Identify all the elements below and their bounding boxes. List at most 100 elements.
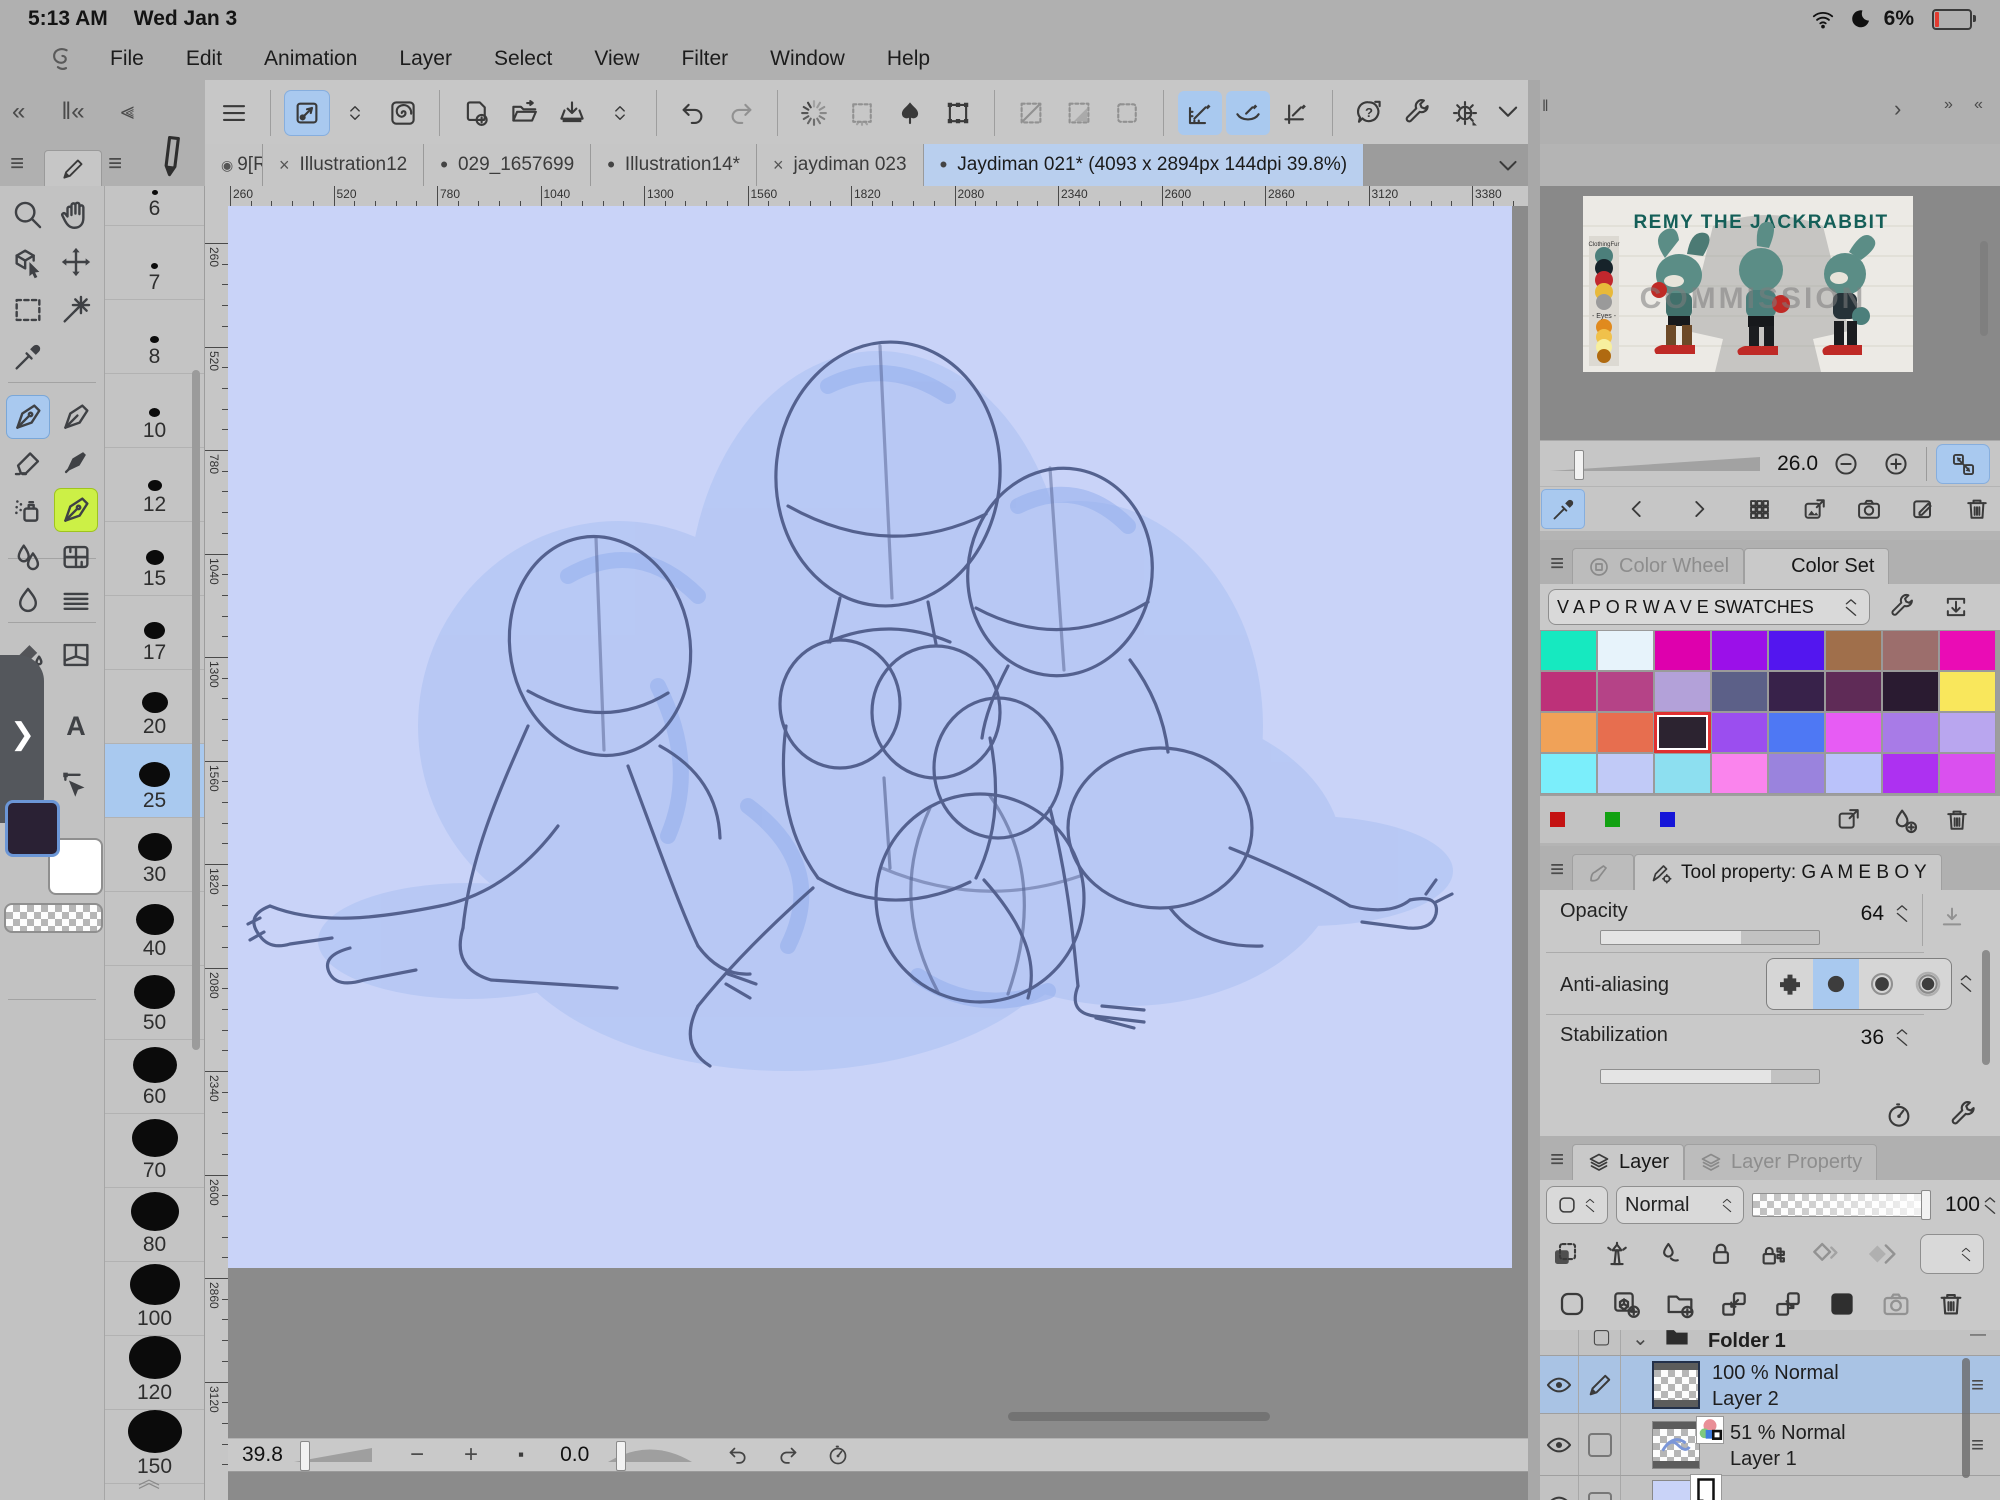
subview-image-area[interactable]: REMY THE JACKRABBIT ClothingFur - Eyes - [1540, 186, 2000, 440]
marquee-tool[interactable] [7, 289, 49, 331]
subview-zoom-slider[interactable] [1550, 454, 1760, 474]
layer-opacity-slider[interactable] [1752, 1193, 1930, 1217]
settings-button[interactable] [1443, 91, 1487, 135]
color-swatch-25[interactable] [1597, 753, 1654, 794]
brush-size-20[interactable]: 20 [105, 670, 204, 744]
brush-size-40[interactable]: 40 [105, 892, 204, 966]
save-button[interactable] [550, 91, 594, 135]
tab-list-button[interactable] [1486, 144, 1530, 188]
color-swatch-19[interactable] [1711, 712, 1768, 753]
color-swatch-10[interactable] [1654, 671, 1711, 712]
color-swatch-23[interactable] [1939, 712, 1996, 753]
flip-view-button[interactable] [1937, 445, 1989, 483]
menu-select[interactable]: Select [494, 47, 552, 71]
scroll-more-chevrons-icon[interactable]: ︽ [138, 1462, 160, 1494]
dock-left-icon[interactable]: ‖« [61, 98, 84, 126]
draft-layer-icon[interactable] [1654, 1239, 1684, 1269]
color-swatch-30[interactable] [1882, 753, 1939, 794]
zoom-slider[interactable] [294, 1445, 372, 1465]
brush-size-15[interactable]: 15 [105, 522, 204, 596]
panel-handle-icon[interactable]: ‖ [1542, 98, 1549, 116]
collapse-minus-icon[interactable]: — [1970, 1330, 1986, 1344]
vector-tool[interactable] [55, 763, 97, 805]
zoom-out-circle-icon[interactable] [1832, 450, 1860, 478]
rotation-slider-handle[interactable] [616, 1441, 626, 1471]
zoom-slider-handle[interactable] [300, 1441, 310, 1471]
hand-tool[interactable] [55, 194, 97, 236]
previous-image-icon[interactable] [1624, 496, 1650, 522]
color-set-dropdown[interactable]: V A P O R W A V E SWATCHES [1548, 589, 1870, 625]
rotation-slider[interactable] [608, 1445, 692, 1465]
spiral-button[interactable] [381, 91, 425, 135]
transparent-color-swatch[interactable] [4, 903, 103, 933]
color-swatch-21[interactable] [1825, 712, 1882, 753]
pen-active-tool[interactable] [55, 489, 97, 531]
checkbox[interactable] [1588, 1492, 1612, 1500]
tool-panel-menu-icon[interactable]: ≡ [10, 150, 24, 178]
edit-image-icon[interactable] [1909, 495, 1937, 523]
menu-file[interactable]: File [110, 47, 144, 71]
color-swatch-29[interactable] [1825, 753, 1882, 794]
snap-grid-button[interactable] [1274, 91, 1318, 135]
brush-size-7[interactable]: 7 [105, 226, 204, 300]
pen2-tool[interactable] [55, 396, 97, 438]
drawer-handle[interactable]: ❯ [0, 655, 44, 823]
checkbox[interactable]: ▢ [1592, 1330, 1611, 1349]
main-color-swatch[interactable] [5, 800, 60, 857]
color-swatch-12[interactable] [1768, 671, 1825, 712]
color-swatch-11[interactable] [1711, 671, 1768, 712]
brush-size-50[interactable]: 50 [105, 966, 204, 1040]
import-color-set-icon[interactable] [1942, 593, 1970, 621]
spin-button[interactable] [333, 91, 377, 135]
menu-help[interactable]: Help [887, 47, 930, 71]
expand-right-icon[interactable]: › [1894, 96, 1901, 122]
subview-eyedropper-button[interactable] [1542, 490, 1584, 528]
brush-size-100[interactable]: 100 [105, 1262, 204, 1336]
rotate-left-icon[interactable] [726, 1443, 750, 1467]
snap-ruler-button[interactable] [1178, 91, 1222, 135]
subview-scrollbar[interactable] [1980, 241, 1988, 336]
aa-weak-button[interactable] [1813, 959, 1859, 1009]
brush-size-60[interactable]: 60 [105, 1040, 204, 1114]
add-color-droplet-icon[interactable] [1889, 805, 1919, 835]
color-swatch-26[interactable] [1654, 753, 1711, 794]
new-folder-icon[interactable] [1664, 1288, 1696, 1320]
canvas-artboard[interactable] [228, 206, 1512, 1268]
checkbox[interactable] [1588, 1433, 1612, 1457]
color-swatch-16[interactable] [1540, 712, 1597, 753]
brush-size-80[interactable]: 80 [105, 1188, 204, 1262]
transfer-to-layer-below-icon[interactable] [1718, 1288, 1750, 1320]
tab-overflow[interactable]: ◉9[Re [205, 144, 263, 186]
color-swatch-4[interactable] [1768, 630, 1825, 671]
visibility-eye-icon[interactable] [1545, 1431, 1573, 1459]
color-swatch-9[interactable] [1597, 671, 1654, 712]
wand-tool[interactable] [55, 289, 97, 331]
panel-splitter[interactable] [1528, 80, 1540, 1500]
enable-keyframes-icon[interactable] [1808, 1237, 1842, 1271]
menu-edit[interactable]: Edit [186, 47, 222, 71]
layer-opacity-handle[interactable] [1921, 1190, 1931, 1220]
quick-color-blue[interactable] [1660, 812, 1675, 827]
zoom-tool[interactable] [7, 194, 49, 236]
operate-tool[interactable] [7, 241, 49, 283]
row-drag-handle-icon[interactable]: ≡ [1971, 1372, 1984, 1398]
eyedropper-tool[interactable] [7, 336, 49, 378]
folder-expand-chevron-icon[interactable]: ⌄ [1632, 1330, 1649, 1351]
tab-brush-settings[interactable] [1572, 854, 1634, 890]
menu-animation[interactable]: Animation [264, 47, 357, 71]
color-swatch-22[interactable] [1882, 712, 1939, 753]
document-tab-1[interactable]: •029_1657699 [424, 144, 591, 186]
row-drag-handle-icon[interactable]: ≡ [1971, 1432, 1984, 1458]
tool-switch-button[interactable] [285, 91, 329, 135]
collapse-all-left-icon[interactable]: « [1974, 96, 1983, 114]
layer-color-button[interactable] [1920, 1234, 1984, 1274]
opacity-value[interactable]: 64 [1840, 902, 1884, 926]
blend-tool[interactable] [7, 536, 49, 578]
liquify-tool[interactable] [55, 580, 97, 622]
reset-view-icon[interactable] [826, 1443, 850, 1467]
color-swatch-3[interactable] [1711, 630, 1768, 671]
quick-color-red[interactable] [1550, 812, 1565, 827]
color-swatch-0[interactable] [1540, 630, 1597, 671]
text-tool[interactable]: A [55, 705, 97, 747]
open-image-icon[interactable] [1801, 495, 1829, 523]
